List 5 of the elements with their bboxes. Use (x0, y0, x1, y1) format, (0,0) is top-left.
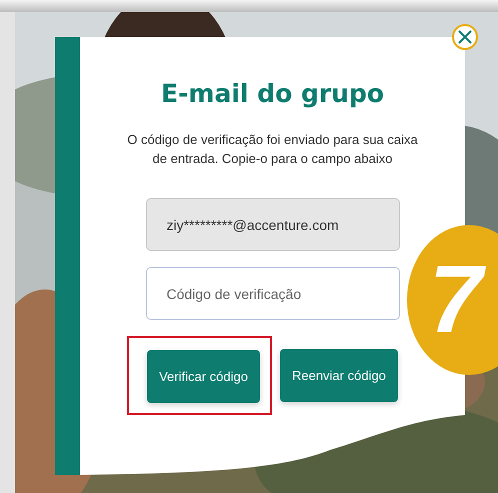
instruction-text: O código de verificação foi enviado para sua caixa de entrada. Copie-o para o campo abaixo (126, 131, 419, 168)
verify-code-button[interactable]: Verificar código (147, 350, 260, 403)
dialog-title: E-mail do grupo (160, 79, 384, 108)
verification-code-field[interactable]: Código de verificação (146, 267, 400, 320)
resend-code-button[interactable]: Reenviar código (280, 349, 398, 402)
